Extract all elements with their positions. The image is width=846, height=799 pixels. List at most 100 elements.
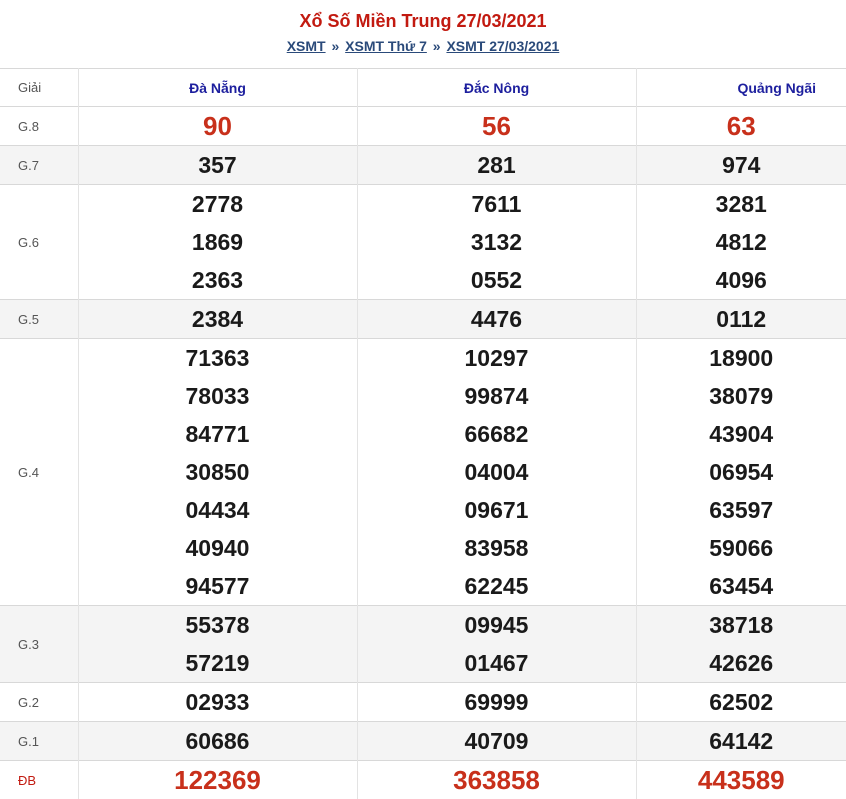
result-number: 56: [358, 107, 636, 145]
breadcrumb: XSMT » XSMT Thứ 7 » XSMT 27/03/2021: [0, 37, 846, 55]
prize-label: ĐB: [0, 761, 78, 799]
lottery-results-page: Xổ Số Miền Trung 27/03/2021 XSMT » XSMT …: [0, 0, 846, 792]
prize-label: G.4: [0, 339, 78, 606]
result-number: 59066: [637, 529, 846, 567]
result-number: 94577: [79, 567, 357, 605]
table-header-row: Giải Đà Nẵng Đắc Nông Quảng Ngãi: [0, 69, 846, 107]
result-cell: 2384: [78, 300, 357, 339]
result-number: 04434: [79, 491, 357, 529]
result-number: 63454: [637, 567, 846, 605]
result-number: 363858: [358, 761, 636, 799]
prize-label: G.2: [0, 683, 78, 722]
result-number: 4812: [637, 223, 846, 261]
result-number: 7611: [358, 185, 636, 223]
breadcrumb-separator: »: [431, 38, 443, 54]
result-number: 10297: [358, 339, 636, 377]
breadcrumb-xsmt-date-link[interactable]: XSMT 27/03/2021: [446, 38, 559, 54]
prize-label: G.5: [0, 300, 78, 339]
table-row: G.1606864070964142: [0, 722, 846, 761]
result-number: 06954: [637, 453, 846, 491]
result-number: 62245: [358, 567, 636, 605]
prize-label: G.7: [0, 146, 78, 185]
result-number: 974: [637, 146, 846, 184]
result-number: 0552: [358, 261, 636, 299]
table-row: G.47136378033847713085004434409409457710…: [0, 339, 846, 606]
result-number: 60686: [79, 722, 357, 760]
result-cell: 0112: [636, 300, 846, 339]
result-number: 4476: [358, 300, 636, 338]
result-number: 55378: [79, 606, 357, 644]
result-number: 57219: [79, 644, 357, 682]
result-number: 83958: [358, 529, 636, 567]
result-number: 78033: [79, 377, 357, 415]
prize-label: G.1: [0, 722, 78, 761]
table-row: G.5238444760112: [0, 300, 846, 339]
result-cell: 90: [78, 107, 357, 146]
result-number: 2363: [79, 261, 357, 299]
result-number: 38079: [637, 377, 846, 415]
result-cell: 761131320552: [357, 185, 636, 300]
result-number: 2778: [79, 185, 357, 223]
result-number: 09945: [358, 606, 636, 644]
result-number: 43904: [637, 415, 846, 453]
table-row: G.3553785721909945014673871842626: [0, 606, 846, 683]
result-number: 122369: [79, 761, 357, 799]
result-cell: 63: [636, 107, 846, 146]
result-cell: 363858: [357, 761, 636, 799]
result-number: 30850: [79, 453, 357, 491]
result-cell: 3871842626: [636, 606, 846, 683]
result-number: 1869: [79, 223, 357, 261]
result-cell: 277818692363: [78, 185, 357, 300]
result-number: 40709: [358, 722, 636, 760]
result-cell: 5537857219: [78, 606, 357, 683]
result-number: 02933: [79, 683, 357, 721]
result-number: 62502: [637, 683, 846, 721]
result-cell: 443589: [636, 761, 846, 799]
result-number: 3281: [637, 185, 846, 223]
result-number: 04004: [358, 453, 636, 491]
result-cell: 71363780338477130850044344094094577: [78, 339, 357, 606]
result-cell: 18900380794390406954635975906663454: [636, 339, 846, 606]
result-number: 90: [79, 107, 357, 145]
result-cell: 40709: [357, 722, 636, 761]
prize-column-header: Giải: [0, 69, 78, 107]
result-number: 40940: [79, 529, 357, 567]
result-number: 69999: [358, 683, 636, 721]
result-number: 443589: [637, 761, 846, 799]
results-table: Giải Đà Nẵng Đắc Nông Quảng Ngãi G.89056…: [0, 68, 846, 799]
breadcrumb-separator: »: [329, 38, 341, 54]
breadcrumb-xsmt-thu7-link[interactable]: XSMT Thứ 7: [345, 38, 427, 54]
result-cell: 02933: [78, 683, 357, 722]
province-header-da-nang: Đà Nẵng: [78, 69, 357, 107]
result-number: 64142: [637, 722, 846, 760]
results-header: Xổ Số Miền Trung 27/03/2021 XSMT » XSMT …: [0, 0, 846, 68]
result-cell: 281: [357, 146, 636, 185]
result-number: 63: [637, 107, 846, 145]
result-number: 4096: [637, 261, 846, 299]
result-number: 63597: [637, 491, 846, 529]
result-number: 84771: [79, 415, 357, 453]
result-cell: 62502: [636, 683, 846, 722]
result-number: 3132: [358, 223, 636, 261]
province-header-quang-ngai: Quảng Ngãi: [636, 69, 846, 107]
result-cell: 64142: [636, 722, 846, 761]
breadcrumb-xsmt-link[interactable]: XSMT: [287, 38, 326, 54]
result-number: 38718: [637, 606, 846, 644]
result-cell: 69999: [357, 683, 636, 722]
result-cell: 56: [357, 107, 636, 146]
table-row: ĐB122369363858443589: [0, 761, 846, 799]
table-row: G.7357281974: [0, 146, 846, 185]
result-number: 0112: [637, 300, 846, 338]
table-row: G.6277818692363761131320552328148124096: [0, 185, 846, 300]
results-body: G.8905663G.7357281974G.62778186923637611…: [0, 107, 846, 799]
result-cell: 60686: [78, 722, 357, 761]
table-row: G.2029336999962502: [0, 683, 846, 722]
result-number: 42626: [637, 644, 846, 682]
table-row: G.8905663: [0, 107, 846, 146]
prize-label: G.3: [0, 606, 78, 683]
result-number: 66682: [358, 415, 636, 453]
result-number: 01467: [358, 644, 636, 682]
result-number: 09671: [358, 491, 636, 529]
result-cell: 4476: [357, 300, 636, 339]
prize-label: G.8: [0, 107, 78, 146]
